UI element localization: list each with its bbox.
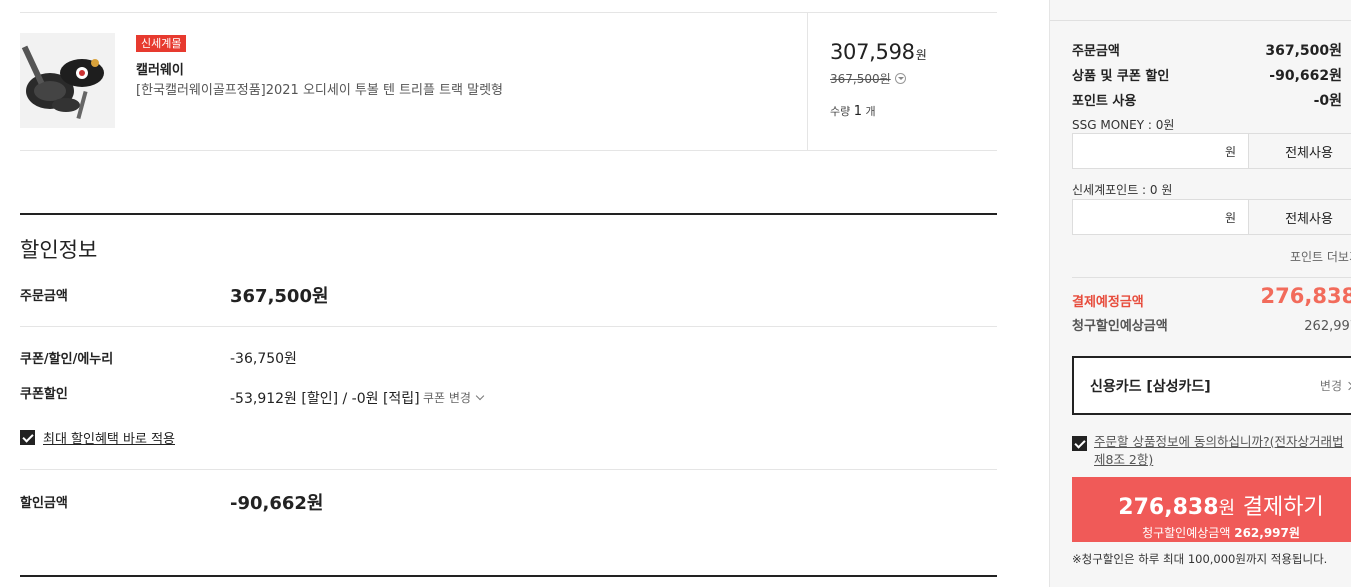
coupon-change-button[interactable]: 쿠폰 변경 [423,389,485,406]
qty-unit: 개 [865,105,876,118]
sp-use-all-button[interactable]: 전체사용 [1249,199,1351,235]
discount-section-title: 할인정보 [20,238,98,262]
order-amount-label: 주문금액 [20,289,68,304]
coupon-discount-value: -53,912원 [할인] / -0원 [적립] [230,391,420,407]
summary-point-use: 포인트 사용 -0원 [1072,90,1342,110]
ssg-use-all-button[interactable]: 전체사용 [1249,133,1351,169]
qty-label: 수량 [830,105,851,118]
agree-checkbox[interactable]: 주문할 상품정보에 동의하십니까?(전자상거래법 제8조 2항) [1072,433,1348,469]
product-thumbnail[interactable] [20,33,115,128]
section-divider [20,575,997,577]
pay-button-unit: 원 [1218,497,1236,519]
divider [20,12,997,13]
payment-sidebar: 주문금액 367,500원 상품 및 쿠폰 할인 -90,662원 포인트 사용… [1049,0,1351,587]
max-benefit-checkbox[interactable]: 최대 할인혜택 바로 적용 [20,428,175,447]
product-name[interactable]: [한국캘러웨이골프정품]2021 오디세이 투볼 텐 트리플 트랙 말렛형 [136,79,503,98]
payment-method-box[interactable]: 신용카드 [삼성카드] 변경 [1072,356,1351,415]
input-unit: 원 [1224,210,1236,225]
checkbox-checked-icon[interactable] [1072,436,1087,451]
chevron-right-icon [1344,381,1351,391]
pay-button-amount: 276,838 [1118,494,1219,520]
chevron-down-icon [475,391,485,401]
pay-expected-amount: 276,838원 [1261,284,1351,308]
pay-button-action: 결제하기 [1242,494,1324,520]
original-price-row: 367,500원 [830,70,906,87]
card-change-label: 변경 [1319,379,1342,393]
divider [1050,20,1351,21]
discount-total-value: -90,662원 [230,493,324,514]
order-amount-value: 367,500원 [230,286,329,307]
coupon-sale-label: 쿠폰/할인/에누리 [20,352,114,367]
summary-order-label: 주문금액 [1072,44,1120,59]
discount-total-label: 할인금액 [20,496,68,511]
qty-value: 1 [853,104,863,119]
product-brand[interactable]: 캘러웨이 [136,59,184,78]
order-main: 신세계몰 캘러웨이 [한국캘러웨이골프정품]2021 오디세이 투볼 텐 트리플… [20,0,997,587]
summary-order-value: 367,500원 [1265,43,1342,59]
product-price: 307,598 [830,40,915,64]
mall-badge: 신세계몰 [136,35,187,52]
summary-coupon-label: 상품 및 쿠폰 할인 [1072,69,1170,84]
divider [20,469,997,470]
shinsegae-point-field: 원 전체사용 [1072,199,1351,235]
pay-expected-label: 결제예정금액 [1072,295,1144,310]
summary-order-amount: 주문금액 367,500원 [1072,40,1342,60]
checkbox-checked-icon[interactable] [20,430,35,445]
ssg-money-label: SSG MONEY : 0원 [1072,118,1175,132]
est-discount-label: 청구할인예상금액 [1072,319,1168,334]
more-points-label: 포인트 더보기 [1289,250,1351,264]
ssg-money-field: 원 전체사용 [1072,133,1351,169]
pay-expected-value: 276,838 [1260,284,1351,308]
divider [807,13,808,150]
putter-image [20,33,115,128]
shinsegae-point-input[interactable]: 원 [1072,199,1249,235]
divider [20,326,997,327]
max-benefit-label[interactable]: 최대 할인혜택 바로 적용 [43,428,175,447]
discount-note: ※청구할인은 하루 최대 100,000원까지 적용됩니다. [1072,552,1328,566]
ssg-money-input[interactable]: 원 [1072,133,1249,169]
est-discount-value: 262,997원 [1304,319,1351,334]
shinsegae-point-label: 신세계포인트 : 0 원 [1072,183,1173,197]
product-price-box: 307,598원 367,500원 [830,40,927,86]
quantity: 수량 1 개 [830,103,876,119]
divider [20,150,997,151]
pay-button-sub-label: 청구할인예상금액 [1142,525,1231,540]
pay-button-main: 276,838원 결제하기 [1072,489,1351,521]
pay-button-sub-value: 262,997원 [1234,525,1300,540]
coupon-change-label: 쿠폰 변경 [423,391,471,405]
card-change-link[interactable]: 변경 [1320,377,1351,394]
summary-point-label: 포인트 사용 [1072,94,1137,109]
summary-coupon-value: -90,662원 [1269,68,1342,84]
input-unit: 원 [1224,144,1236,159]
pay-button[interactable]: 276,838원 결제하기 청구할인예상금액 262,997원 [1072,477,1351,542]
pay-button-sub: 청구할인예상금액 262,997원 [1072,524,1351,541]
summary-coupon-discount: 상품 및 쿠폰 할인 -90,662원 [1072,65,1342,85]
original-price: 367,500원 [830,72,891,86]
price-detail-icon[interactable] [894,73,906,84]
divider [1072,277,1351,278]
section-divider [20,213,997,215]
agree-text[interactable]: 주문할 상품정보에 동의하십니까?(전자상거래법 제8조 2항) [1094,433,1348,469]
coupon-discount-label: 쿠폰할인 [20,387,68,402]
more-points-link[interactable]: 포인트 더보기 [1290,248,1351,265]
coupon-sale-value: -36,750원 [230,351,297,367]
card-label: 신용카드 [삼성카드] [1090,378,1211,395]
summary-point-value: -0원 [1313,93,1342,109]
price-unit: 원 [915,48,927,62]
